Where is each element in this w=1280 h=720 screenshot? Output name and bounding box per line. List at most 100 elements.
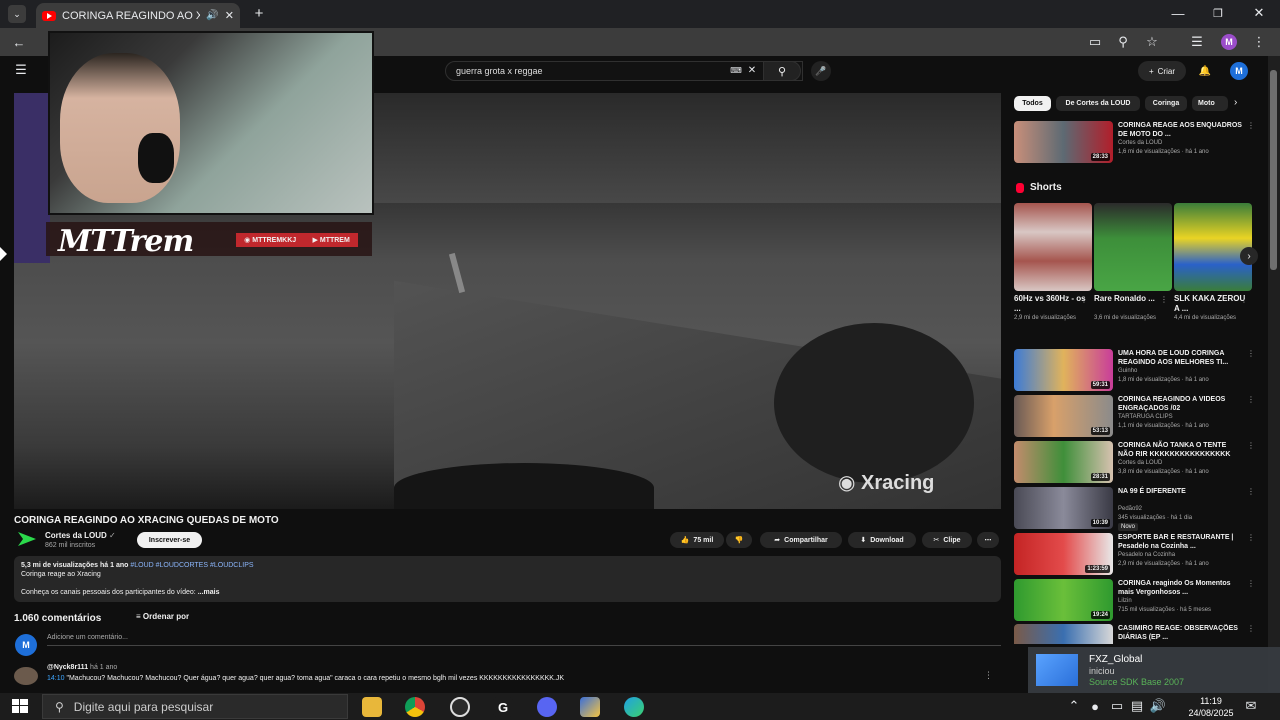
edge-icon[interactable] [624, 697, 644, 717]
scrollbar-thumb[interactable] [1270, 70, 1277, 270]
youtube-account-avatar[interactable]: M [1230, 62, 1248, 80]
chips-next-chevron-icon[interactable]: › [1234, 97, 1237, 108]
volume-icon[interactable]: 🔊 [1150, 698, 1166, 713]
description-more-text: Conheça os canais pessoais dos participa… [21, 589, 220, 596]
hamburger-menu-icon[interactable]: ☰ [12, 62, 30, 78]
show-more-link[interactable]: ...mais [198, 589, 220, 596]
gx-app-icon[interactable]: G [493, 697, 513, 717]
comment-item: @Nyck8r111 há 1 ano 14:10 "Machucou? Mac… [14, 664, 994, 694]
close-icon[interactable]: ✕ [1251, 5, 1267, 21]
hashtags[interactable]: #LOUD #LOUDCORTES #LOUDCLIPS [130, 562, 253, 569]
thumbs-up-icon: 👍 [680, 537, 690, 544]
rec-more-icon[interactable]: ⋮ [1247, 395, 1255, 404]
tray-app-icon[interactable]: ● [1088, 699, 1102, 714]
tab-close-icon[interactable]: ✕ [225, 9, 234, 22]
notification-friend-name: FXZ_Global [1089, 654, 1143, 665]
download-button[interactable]: ⬇ Download [848, 532, 916, 548]
create-button[interactable]: + Criar [1138, 61, 1186, 81]
file-explorer-icon[interactable] [362, 697, 382, 717]
short-thumbnail [1174, 203, 1252, 291]
taskbar-clock[interactable]: 11:19 24/08/2025 [1183, 695, 1239, 719]
back-arrow-icon[interactable]: ← [10, 34, 28, 50]
zoom-icon[interactable]: ⚲ [1114, 34, 1132, 50]
short-more-icon[interactable]: ⋮ [1080, 295, 1088, 304]
short-more-icon[interactable]: ⋮ [1160, 295, 1168, 304]
recommended-video[interactable]: 59:31 UMA HORA DE LOUD CORINGA REAGINDO … [1014, 349, 1255, 391]
rec-more-icon[interactable]: ⋮ [1247, 579, 1255, 588]
channel-name[interactable]: Cortes da LOUD ✓ [45, 531, 116, 540]
rec-more-icon[interactable]: ⋮ [1247, 121, 1255, 130]
chip-coringa[interactable]: Coringa [1145, 96, 1187, 111]
system-tray-chevron-icon[interactable]: ⌃ [1067, 698, 1081, 713]
game-notification-toast[interactable]: FXZ_Global iniciou Source SDK Base 2007 [1028, 647, 1280, 693]
youtube-favicon-icon [42, 10, 56, 21]
app-k-icon[interactable] [580, 697, 600, 717]
recommended-video[interactable]: 53:13 CORINGA REAGINDO A VIDEOS ENGRAÇAD… [1014, 395, 1255, 437]
short-item[interactable]: Rare Ronaldo ... 3,6 mi de visualizações… [1094, 203, 1172, 322]
minimize-icon[interactable]: — [1170, 5, 1186, 21]
shorts-next-button[interactable]: › [1240, 247, 1258, 265]
chip-de-cortes[interactable]: De Cortes da LOUD [1056, 96, 1140, 111]
tray-monitor-icon[interactable]: ▭ [1110, 698, 1124, 713]
search-button[interactable]: ⚲ [763, 61, 801, 81]
description-box[interactable]: 5,3 mi de visualizações há 1 ano #LOUD #… [14, 556, 1001, 602]
bookmark-star-icon[interactable]: ☆ [1143, 34, 1161, 50]
cast-icon[interactable]: ▭ [1086, 34, 1104, 50]
mouse-cursor-icon [0, 247, 7, 261]
verified-icon: ✓ [109, 531, 116, 540]
recommended-video[interactable]: 19:24 CORINGA reagindo Os Momentos mais … [1014, 579, 1255, 621]
short-more-icon[interactable]: ⋮ [1240, 295, 1248, 304]
add-comment-input[interactable]: Adicione um comentário... [47, 634, 1001, 646]
more-horizontal-icon: ⋯ [984, 537, 992, 544]
taskbar-search-input[interactable]: ⚲ Digite aqui para pesquisar [42, 694, 348, 719]
rec-more-icon[interactable]: ⋮ [1247, 533, 1255, 542]
chip-moto[interactable]: Moto [1192, 96, 1228, 111]
video-title: CORINGA REAGINDO AO XRACING QUEDAS DE MO… [14, 515, 279, 526]
rec-more-icon[interactable]: ⋮ [1247, 441, 1255, 450]
comment-more-icon[interactable]: ⋮ [984, 670, 993, 681]
subscribe-button[interactable]: Inscrever-se [137, 532, 202, 548]
short-item[interactable]: SLK KAKA ZEROU A ... 4,4 mi de visualiza… [1174, 203, 1252, 322]
recommended-video[interactable]: 28:33 CORINGA REAGE AOS ENQUADROS DE MOT… [1014, 121, 1255, 163]
recommended-video[interactable]: 28:31 CORINGA NÃO TANKA O TENTE NÃO RIR … [1014, 441, 1255, 483]
recommended-video[interactable]: CASIMIRO REAGE: OBSERVAÇÕES DIÁRIAS (EP … [1014, 624, 1254, 644]
keyboard-icon[interactable]: ⌨ [730, 64, 742, 76]
share-button[interactable]: ➦ Compartilhar [760, 532, 842, 548]
dislike-button[interactable]: 👎 [726, 532, 752, 548]
browser-tab[interactable]: CORINGA REAGINDO AO XRACING QUEDAS DE MO… [36, 3, 240, 28]
windows-start-icon[interactable] [12, 699, 28, 713]
restore-icon[interactable]: ❐ [1210, 5, 1226, 21]
discord-icon[interactable] [537, 697, 557, 717]
browser-menu-icon[interactable]: ⋮ [1252, 34, 1266, 50]
obs-icon[interactable] [450, 697, 470, 717]
comment-timestamp-link[interactable]: 14:10 [47, 675, 65, 682]
rec-thumbnail: 59:31 [1014, 349, 1113, 391]
clip-button[interactable]: ✂ Clipe [922, 532, 972, 548]
recommended-video[interactable]: 10:39 NA 99 É DIFERENTE Pedão92 345 visu… [1014, 487, 1255, 531]
recommended-video[interactable]: 1:23:59 ESPORTE BAR E RESTAURANTE | Pesa… [1014, 533, 1255, 575]
new-tab-button[interactable]: + [251, 5, 267, 22]
rec-more-icon[interactable]: ⋮ [1247, 349, 1255, 358]
streamer-webcam [48, 31, 374, 215]
speaker-icon[interactable]: 🔊 [206, 10, 218, 21]
tab-menu-chevron-icon[interactable]: ⌄ [8, 5, 26, 23]
notifications-bell-icon[interactable]: 🔔 [1197, 63, 1213, 79]
voice-search-mic-icon[interactable]: 🎤 [811, 61, 831, 81]
like-button[interactable]: 👍 75 mil [670, 532, 724, 548]
profile-avatar[interactable]: M [1221, 34, 1237, 50]
rec-more-icon[interactable]: ⋮ [1247, 487, 1255, 496]
short-item[interactable]: 60Hz vs 360Hz - os ... 2,9 mi de visuali… [1014, 203, 1092, 322]
more-actions-button[interactable]: ⋯ [977, 532, 999, 548]
comments-count: 1.060 comentários [14, 613, 102, 624]
chrome-icon[interactable] [405, 697, 425, 717]
network-icon[interactable]: ▤ [1130, 698, 1144, 713]
channel-logo-icon[interactable] [18, 532, 36, 546]
notification-center-icon[interactable]: ✉ [1243, 698, 1259, 713]
notification-action: iniciou [1089, 666, 1115, 676]
rec-more-icon[interactable]: ⋮ [1247, 624, 1254, 633]
sort-by-button[interactable]: ≡ Ordenar por [136, 612, 189, 621]
media-control-icon[interactable]: ☰ [1188, 34, 1206, 50]
clear-search-icon[interactable]: ✕ [746, 64, 758, 76]
chip-todos[interactable]: Todos [1014, 96, 1051, 111]
social-handles: ◉ MTTREMKKJ ▶ MTTREM [236, 233, 358, 247]
